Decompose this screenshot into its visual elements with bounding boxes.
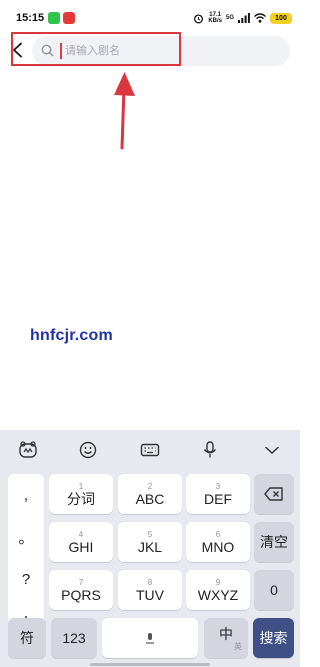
key-2-abc[interactable]: 2 ABC [118, 474, 182, 514]
keyboard-logo-icon[interactable] [18, 440, 38, 460]
status-indicators: 17.1 KB/s 5G 100 [193, 10, 292, 26]
highlight-box [11, 32, 181, 66]
status-time: 15:15 [16, 12, 45, 24]
search-key[interactable]: 搜索 [253, 618, 294, 658]
key-5-jkl[interactable]: 5 JKL [118, 522, 182, 562]
net-speed-unit: KB/s [208, 18, 222, 24]
punct-question[interactable]: ? [11, 564, 41, 594]
key-1-segment[interactable]: 1 分词 [49, 474, 113, 514]
language-toggle-key[interactable]: 中 英 [204, 618, 248, 658]
punct-period[interactable]: 。 [11, 522, 41, 552]
microphone-icon[interactable] [200, 440, 220, 460]
punct-comma[interactable]: , [11, 480, 41, 510]
key-7-pqrs[interactable]: 7 PQRS [49, 570, 113, 610]
numbers-key[interactable]: 123 [51, 618, 97, 658]
keyboard-switch-icon[interactable] [140, 440, 160, 460]
network-type: 5G [225, 15, 234, 21]
keyboard-toolbar [0, 430, 300, 470]
symbols-key[interactable]: 符 [8, 618, 46, 658]
key-8-tuv[interactable]: 8 TUV [118, 570, 182, 610]
key-6-mno[interactable]: 6 MNO [186, 522, 250, 562]
wechat-notification-icon [48, 12, 60, 24]
space-key[interactable] [102, 618, 198, 658]
key-3-def[interactable]: 3 DEF [186, 474, 250, 514]
battery-indicator: 100 [270, 12, 292, 24]
clear-key[interactable]: 清空 [254, 522, 294, 562]
net-speed: 17.1 KB/s [208, 12, 222, 24]
punctuation-panel: , 。 ? ! [8, 474, 44, 642]
app-notification-icon [63, 12, 75, 24]
collapse-keyboard-icon[interactable] [262, 440, 282, 460]
emoji-icon[interactable] [78, 440, 98, 460]
key-9-wxyz[interactable]: 9 WXYZ [186, 570, 250, 610]
wifi-icon [254, 13, 266, 23]
key-4-ghi[interactable]: 4 GHI [49, 522, 113, 562]
watermark: hnfcjr.com [30, 327, 113, 344]
space-mic-icon [146, 633, 154, 644]
backspace-icon [264, 487, 283, 501]
home-indicator[interactable] [90, 663, 210, 666]
alarm-icon [194, 13, 204, 23]
backspace-key[interactable] [254, 474, 294, 514]
zero-key[interactable]: 0 [254, 570, 294, 610]
keyboard: , 。 ? ! 1 分词 2 ABC 3 DEF 4 GHI 5 JKL 6 M… [0, 430, 300, 667]
annotation-arrow [114, 72, 135, 150]
status-bar: 15:15 17.1 KB/s 5G 100 [0, 0, 300, 34]
signal-icon [238, 13, 250, 23]
